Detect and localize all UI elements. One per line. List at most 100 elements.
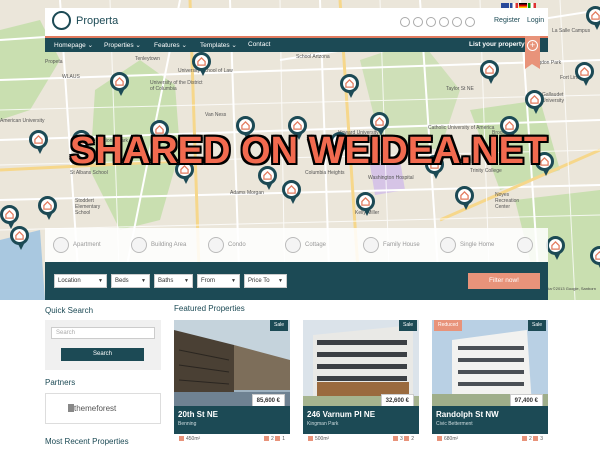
type-label: Cottage	[305, 242, 327, 248]
type-more[interactable]	[517, 234, 533, 256]
map-pin[interactable]	[29, 130, 48, 154]
nav-properties[interactable]: Properties ⌄	[104, 41, 141, 49]
linkedin-icon[interactable]	[439, 17, 449, 27]
map-pin[interactable]	[282, 180, 301, 204]
featured-title: Featured Properties	[174, 304, 245, 313]
cottage-icon	[285, 237, 301, 253]
property-card[interactable]: Reduced Sale 97,400 € Randolph St NW Civ…	[432, 320, 548, 445]
family-house-icon	[363, 237, 379, 253]
recent-properties-title: Most Recent Properties	[45, 437, 129, 446]
property-size: 500m²	[315, 436, 330, 442]
property-type-bar: Apartment Building Area Condo Cottage Fa…	[45, 228, 548, 262]
flag-en-icon[interactable]	[501, 3, 509, 8]
type-apartment[interactable]: Apartment	[53, 234, 101, 256]
map-label: Washington Hospital	[368, 175, 414, 181]
quick-search-input[interactable]: Search	[51, 327, 155, 339]
map-pin[interactable]	[480, 60, 499, 84]
select-value: Beds	[115, 278, 129, 284]
map-pin[interactable]	[546, 236, 565, 260]
type-building-area[interactable]: Building Area	[131, 234, 186, 256]
caret-down-icon: ▼	[141, 278, 146, 284]
property-name[interactable]: Randolph St NW	[436, 410, 499, 419]
nav-contact[interactable]: Contact	[248, 41, 270, 48]
property-name[interactable]: 20th St NE	[178, 410, 218, 419]
nav-homepage[interactable]: Homepage ⌄	[54, 41, 93, 49]
map-pin[interactable]	[38, 196, 57, 220]
bath-icon	[275, 436, 281, 442]
sale-badge: Sale	[269, 320, 288, 331]
map-pin[interactable]	[110, 72, 129, 96]
type-label: Condo	[228, 242, 246, 248]
type-label: Building Area	[151, 242, 187, 248]
map-pin[interactable]	[356, 192, 375, 216]
vimeo-icon[interactable]	[465, 17, 475, 27]
card-footer: 246 Varnum Pl NE Kingman Park	[303, 406, 419, 434]
single-home-icon	[440, 237, 456, 253]
quick-search-button[interactable]: Search	[61, 348, 144, 361]
filter-button[interactable]: Filter now!	[468, 273, 540, 289]
flickr-icon[interactable]	[413, 17, 423, 27]
nav-label: Features	[154, 42, 180, 49]
flag-fr-icon[interactable]	[510, 3, 518, 8]
list-property-link[interactable]: List your property	[469, 41, 525, 48]
map-pin[interactable]	[455, 186, 474, 210]
type-label: Family House	[383, 242, 420, 248]
map-label: Noyes Recreation Center	[495, 192, 520, 210]
price-from-select[interactable]: From ▼	[197, 274, 240, 288]
map-pin[interactable]	[575, 62, 594, 86]
logo-icon[interactable]	[52, 11, 71, 30]
login-link[interactable]: Login	[527, 17, 544, 24]
beds-select[interactable]: Beds ▼	[111, 274, 150, 288]
type-condo[interactable]: Condo	[208, 234, 246, 256]
property-baths: 2	[411, 436, 414, 442]
caret-down-icon: ▼	[184, 278, 189, 284]
bed-icon	[522, 436, 528, 442]
reduced-badge: Reduced	[434, 320, 463, 331]
map-pin[interactable]	[0, 205, 19, 229]
property-card[interactable]: Sale 85,600 € 20th St NE Benning 450m² 2…	[174, 320, 290, 445]
partner-logo[interactable]: themeforest	[45, 393, 161, 424]
flag-it-icon[interactable]	[528, 3, 536, 8]
map-pin[interactable]	[370, 112, 389, 136]
nav-label: Templates	[200, 42, 230, 49]
register-link[interactable]: Register	[494, 17, 520, 24]
map-pin[interactable]	[340, 74, 359, 98]
bath-icon	[533, 436, 539, 442]
nav-features[interactable]: Features ⌄	[154, 41, 187, 49]
nav-templates[interactable]: Templates ⌄	[200, 41, 237, 49]
size-icon	[437, 436, 442, 442]
size-icon	[308, 436, 313, 442]
property-name[interactable]: 246 Varnum Pl NE	[307, 410, 375, 419]
caret-down-icon: ▼	[278, 278, 283, 284]
select-value: Price To	[248, 278, 270, 284]
map-label: Adams Morgan	[230, 190, 264, 196]
property-card[interactable]: Sale 32,600 € 246 Varnum Pl NE Kingman P…	[303, 320, 419, 445]
type-cottage[interactable]: Cottage	[285, 234, 326, 256]
type-label: Apartment	[73, 242, 101, 248]
location-select[interactable]: Location ▼	[54, 274, 107, 288]
map-label: Stoddert Elementary School	[75, 198, 101, 216]
facebook-icon[interactable]	[400, 17, 410, 27]
map-pin[interactable]	[586, 6, 600, 30]
main-content: Quick Search Search Search Partners them…	[0, 300, 600, 450]
type-single-home[interactable]: Single Home	[440, 234, 494, 256]
list-property-tab[interactable]: +	[525, 36, 540, 69]
property-beds: 2	[271, 436, 274, 442]
site-header: Properta Register Login Homepage ⌄ Prope…	[45, 3, 548, 69]
sale-badge: Sale	[398, 320, 417, 331]
property-beds: 2	[529, 436, 532, 442]
bed-icon	[393, 436, 399, 442]
price-to-select[interactable]: Price To ▼	[244, 274, 287, 288]
map-label: Van Ness	[205, 112, 227, 118]
flag-de-icon[interactable]	[519, 3, 527, 8]
baths-select[interactable]: Baths ▼	[154, 274, 193, 288]
property-meta: 680m² 2 3	[432, 434, 548, 445]
brand-name[interactable]: Properta	[76, 15, 118, 27]
watermark-text: SHARED ON WEIDEA.NET	[70, 130, 548, 172]
twitter-icon[interactable]	[452, 17, 462, 27]
map-pin[interactable]	[525, 90, 544, 114]
map-label: Gallaudet University	[542, 92, 564, 104]
google-plus-icon[interactable]	[426, 17, 436, 27]
card-footer: 20th St NE Benning	[174, 406, 290, 434]
type-family-house[interactable]: Family House	[363, 234, 420, 256]
